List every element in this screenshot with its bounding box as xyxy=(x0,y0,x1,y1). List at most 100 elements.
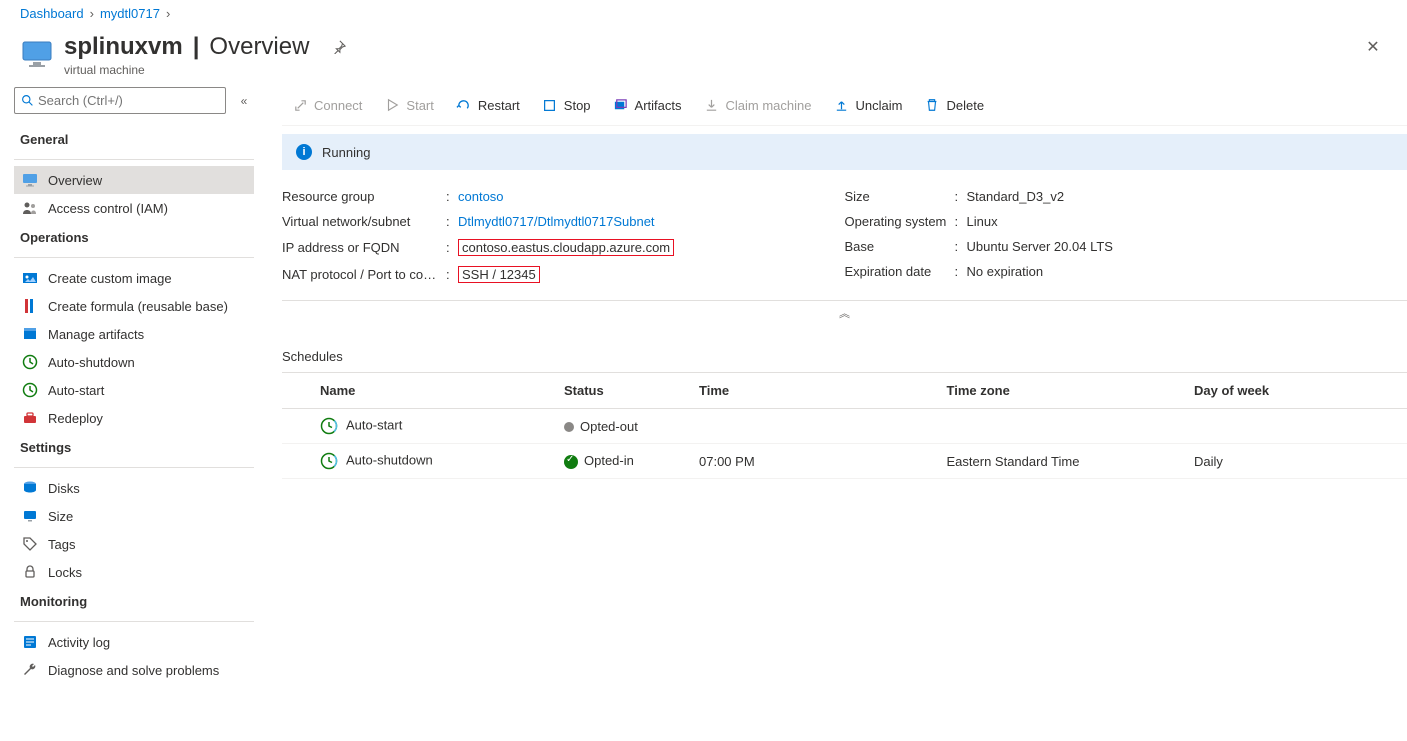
sidebar-item-label: Size xyxy=(48,509,73,524)
status-text: Running xyxy=(322,145,370,160)
search-input[interactable] xyxy=(34,91,219,110)
schedules-title: Schedules xyxy=(282,349,1407,364)
clock-icon xyxy=(22,382,38,398)
dot-icon xyxy=(564,422,574,432)
sidebar-item-tags[interactable]: Tags xyxy=(14,530,254,558)
restart-icon xyxy=(456,97,472,113)
col-day[interactable]: Day of week xyxy=(1182,373,1407,409)
trash-icon xyxy=(924,97,940,113)
sidebar-item-label: Activity log xyxy=(48,635,110,650)
table-row[interactable]: Auto-startOpted-out xyxy=(282,409,1407,444)
sidebar-item-create-custom-image[interactable]: Create custom image xyxy=(14,264,254,292)
artifacts-icon xyxy=(613,97,629,113)
base-value: Ubuntu Server 20.04 LTS xyxy=(967,239,1407,254)
connect-button[interactable]: Connect xyxy=(282,93,372,117)
sidebar-item-locks[interactable]: Locks xyxy=(14,558,254,586)
schedule-time xyxy=(687,409,935,444)
artifacts-button[interactable]: Artifacts xyxy=(603,93,692,117)
col-name[interactable]: Name xyxy=(282,373,552,409)
sidebar-item-access-control[interactable]: Access control (IAM) xyxy=(14,194,254,222)
sidebar-item-label: Tags xyxy=(48,537,75,552)
sidebar-item-auto-shutdown[interactable]: Auto-shutdown xyxy=(14,348,254,376)
artifacts-icon xyxy=(22,326,38,342)
toolbox-icon xyxy=(22,410,38,426)
nat-port-value: SSH / 12345 xyxy=(458,266,540,283)
breadcrumb-dashboard[interactable]: Dashboard xyxy=(20,6,84,21)
prop-key: Expiration date xyxy=(845,264,955,279)
sidebar-item-label: Auto-start xyxy=(48,383,104,398)
sidebar-item-label: Create custom image xyxy=(48,271,172,286)
stop-icon xyxy=(542,97,558,113)
sidebar-item-create-formula[interactable]: Create formula (reusable base) xyxy=(14,292,254,320)
lock-icon xyxy=(22,564,38,580)
prop-key: Size xyxy=(845,189,955,204)
breadcrumb-resource[interactable]: mydtl0717 xyxy=(100,6,160,21)
page-header: splinuxvm | Overview virtual machine ✕ xyxy=(0,27,1407,87)
col-tz[interactable]: Time zone xyxy=(935,373,1183,409)
prop-key: Resource group xyxy=(282,189,446,204)
resource-group-link[interactable]: contoso xyxy=(458,189,504,204)
restart-button[interactable]: Restart xyxy=(446,93,530,117)
close-button[interactable]: ✕ xyxy=(1359,33,1387,61)
nav-section-monitoring: Monitoring xyxy=(14,586,254,615)
chevron-right-icon: › xyxy=(90,6,94,21)
vm-icon xyxy=(20,37,54,71)
sidebar-item-diagnose[interactable]: Diagnose and solve problems xyxy=(14,656,254,684)
vnet-link[interactable]: Dtlmydtl0717/Dtlmydtl0717Subnet xyxy=(458,214,655,229)
formula-icon xyxy=(22,298,38,314)
schedules-table: Name Status Time Time zone Day of week A… xyxy=(282,372,1407,479)
wrench-icon xyxy=(22,662,38,678)
sidebar-item-auto-start[interactable]: Auto-start xyxy=(14,376,254,404)
schedule-tz xyxy=(935,409,1183,444)
upload-icon xyxy=(834,97,850,113)
essentials: Resource group:contoso Virtual network/s… xyxy=(282,184,1407,301)
col-status[interactable]: Status xyxy=(552,373,687,409)
sidebar-item-label: Manage artifacts xyxy=(48,327,144,342)
clock-icon xyxy=(22,354,38,370)
sidebar-item-redeploy[interactable]: Redeploy xyxy=(14,404,254,432)
sidebar-item-label: Redeploy xyxy=(48,411,103,426)
page-title: splinuxvm | Overview xyxy=(64,33,1359,61)
sidebar: « General Overview Access control (IAM) … xyxy=(0,87,258,704)
claim-machine-button[interactable]: Claim machine xyxy=(694,93,822,117)
start-button[interactable]: Start xyxy=(374,93,443,117)
unclaim-button[interactable]: Unclaim xyxy=(824,93,913,117)
prop-key: Virtual network/subnet xyxy=(282,214,446,229)
search-box[interactable] xyxy=(14,87,226,114)
sidebar-item-label: Create formula (reusable base) xyxy=(48,299,228,314)
search-icon xyxy=(21,94,34,107)
prop-key: IP address or FQDN xyxy=(282,240,446,255)
sidebar-item-manage-artifacts[interactable]: Manage artifacts xyxy=(14,320,254,348)
schedule-name: Auto-shutdown xyxy=(346,452,433,467)
sidebar-item-activity-log[interactable]: Activity log xyxy=(14,628,254,656)
size-icon xyxy=(22,508,38,524)
stop-button[interactable]: Stop xyxy=(532,93,601,117)
sidebar-item-size[interactable]: Size xyxy=(14,502,254,530)
delete-button[interactable]: Delete xyxy=(914,93,994,117)
main-pane: Connect Start Restart Stop Artifacts Cla… xyxy=(258,87,1407,704)
sidebar-item-label: Access control (IAM) xyxy=(48,201,168,216)
sidebar-item-disks[interactable]: Disks xyxy=(14,474,254,502)
check-icon xyxy=(564,455,578,469)
prop-key: NAT protocol / Port to co… xyxy=(282,267,446,282)
log-icon xyxy=(22,634,38,650)
col-time[interactable]: Time xyxy=(687,373,935,409)
table-row[interactable]: Auto-shutdownOpted-in07:00 PMEastern Sta… xyxy=(282,444,1407,479)
image-icon xyxy=(22,270,38,286)
collapse-essentials-button[interactable]: ︽ xyxy=(282,301,1407,325)
sidebar-item-label: Disks xyxy=(48,481,80,496)
connect-icon xyxy=(292,97,308,113)
schedule-name: Auto-start xyxy=(346,417,402,432)
collapse-sidebar-button[interactable]: « xyxy=(234,94,254,108)
breadcrumb: Dashboard › mydtl0717 › xyxy=(0,0,1407,27)
sidebar-item-overview[interactable]: Overview xyxy=(14,166,254,194)
sidebar-item-label: Overview xyxy=(48,173,102,188)
pin-button[interactable] xyxy=(325,33,353,61)
page-subtitle: virtual machine xyxy=(64,63,1359,77)
sidebar-item-label: Diagnose and solve problems xyxy=(48,663,219,678)
sidebar-item-label: Auto-shutdown xyxy=(48,355,135,370)
prop-key: Operating system xyxy=(845,214,955,229)
nav-section-operations: Operations xyxy=(14,222,254,251)
nav-section-general: General xyxy=(14,124,254,153)
expiration-value: No expiration xyxy=(967,264,1407,279)
